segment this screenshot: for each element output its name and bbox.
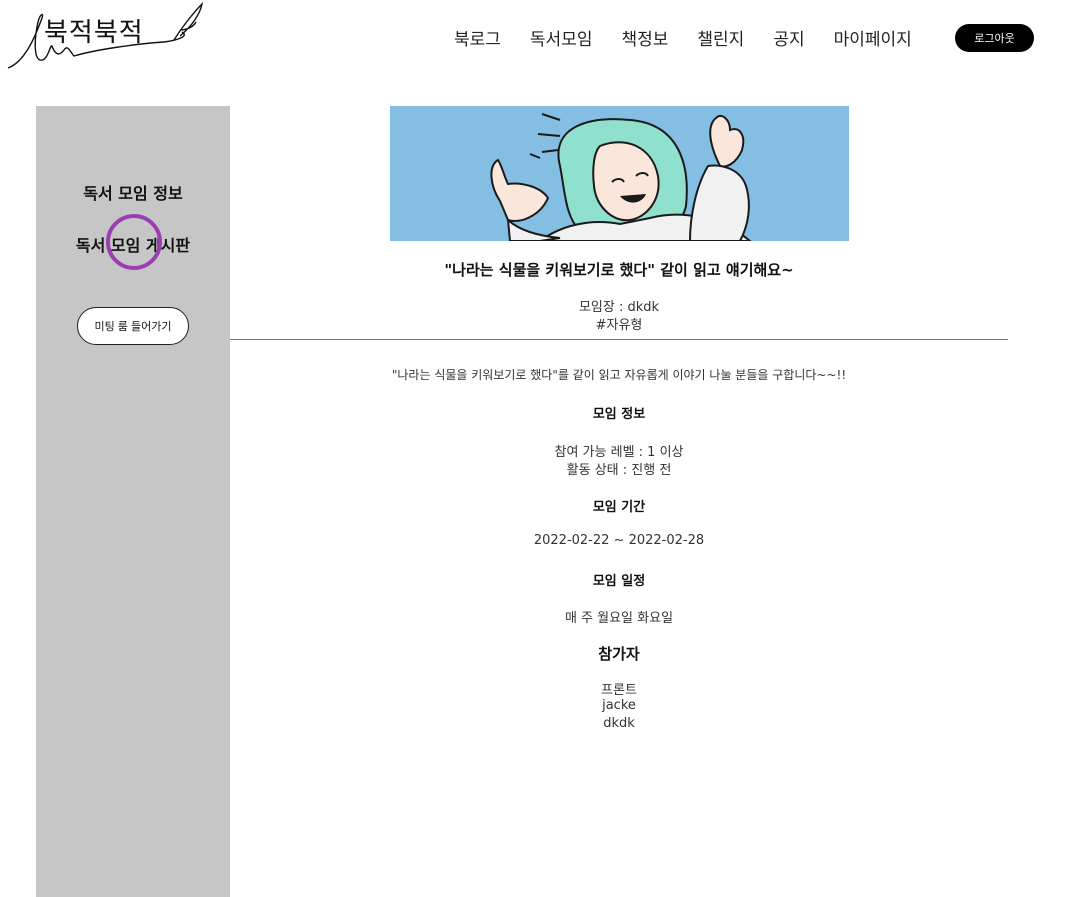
meeting-leader: 모임장 : dkdk — [578, 300, 660, 315]
info-heading: 모임 정보 — [592, 407, 646, 422]
sidebar: 독서 모임 정보 독서 모임 게시판 미팅 룸 들어가기 — [36, 106, 230, 897]
logo-text: 북적북적 — [44, 18, 144, 48]
schedule-text: 매 주 월요일 화요일 — [564, 611, 674, 626]
nav-book-info[interactable]: 책정보 — [621, 25, 668, 50]
header: 북적북적 북로그 독서모임 책정보 챌린지 공지 마이페이지 로그아웃 — [0, 0, 1087, 80]
enter-meeting-room-button[interactable]: 미팅 룸 들어가기 — [77, 307, 189, 345]
nav-reading-group[interactable]: 독서모임 — [530, 25, 593, 50]
meeting-description: "나라는 식물을 키워보기로 했다"를 같이 읽고 자유롭게 이야기 나눌 분들… — [391, 368, 847, 382]
nav-challenge[interactable]: 챌린지 — [697, 25, 744, 50]
level-text: 참여 가능 레벨 : 1 이상 — [554, 445, 684, 460]
divider — [230, 339, 1008, 340]
participant-item: jacke — [602, 698, 636, 713]
main-nav: 북로그 독서모임 책정보 챌린지 공지 마이페이지 — [454, 22, 941, 52]
participants-heading: 참가자 — [598, 645, 640, 663]
nav-mypage[interactable]: 마이페이지 — [834, 25, 912, 50]
period-text: 2022-02-22 ~ 2022-02-28 — [533, 533, 705, 548]
sidebar-item-group-info[interactable]: 독서 모임 정보 — [36, 180, 230, 204]
participant-item: dkdk — [603, 716, 635, 731]
participant-item: 프론트 — [601, 683, 637, 698]
logout-button[interactable]: 로그아웃 — [955, 24, 1034, 52]
status-text: 활동 상태 : 진행 전 — [566, 463, 672, 478]
logo[interactable]: 북적북적 — [4, 0, 204, 72]
meeting-tag: #자유형 — [595, 318, 643, 333]
thumbs-up-illustration-icon — [390, 106, 849, 241]
banner-image — [390, 106, 849, 241]
schedule-heading: 모임 일정 — [592, 574, 646, 589]
period-heading: 모임 기간 — [592, 500, 646, 515]
sidebar-item-group-board[interactable]: 독서 모임 게시판 — [36, 232, 230, 256]
meeting-title: "나라는 식물을 키워보기로 했다" 같이 읽고 얘기해요~ — [444, 261, 794, 279]
nav-notice[interactable]: 공지 — [773, 25, 804, 50]
nav-booklog[interactable]: 북로그 — [454, 25, 501, 50]
